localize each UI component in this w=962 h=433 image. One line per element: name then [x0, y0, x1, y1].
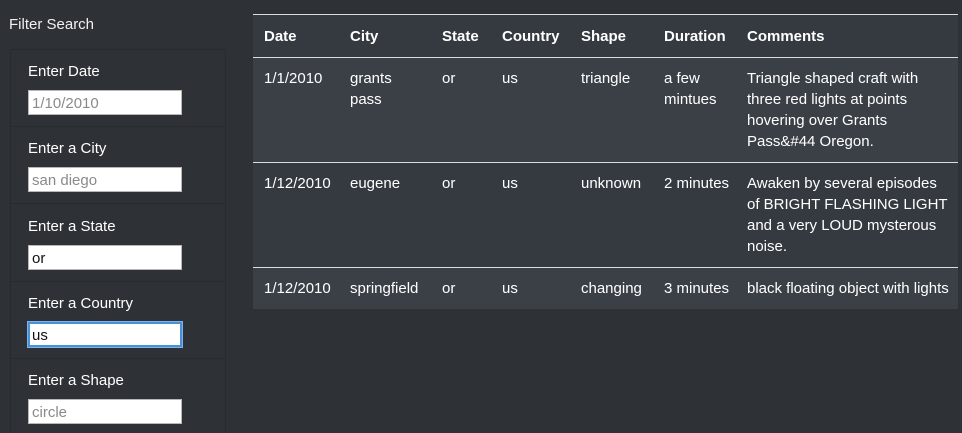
filter-date-label: Enter Date	[28, 63, 100, 80]
cell-shape: triangle	[570, 57, 653, 163]
filter-city-label: Enter a City	[28, 140, 107, 157]
table-row: 1/12/2010 eugene or us unknown 2 minutes…	[253, 162, 958, 268]
filter-state: Enter a State	[11, 205, 225, 282]
header-country: Country	[491, 14, 570, 58]
header-city: City	[339, 14, 431, 58]
state-input[interactable]	[28, 245, 182, 270]
cell-city: springfield	[339, 267, 431, 309]
filter-panel: Enter Date Enter a City Enter a State En…	[10, 49, 226, 433]
cell-state: or	[431, 57, 491, 163]
filter-date: Enter Date	[11, 50, 225, 127]
shape-input[interactable]	[28, 399, 182, 424]
cell-comments: Awaken by several episodes of BRIGHT FLA…	[736, 162, 958, 268]
sightings-table-container: Date City State Country Shape Duration C…	[253, 14, 958, 309]
table-row: 1/12/2010 springfield or us changing 3 m…	[253, 267, 958, 309]
city-input[interactable]	[28, 167, 182, 192]
cell-shape: changing	[570, 267, 653, 309]
cell-comments: Triangle shaped craft with three red lig…	[736, 57, 958, 163]
cell-country: us	[491, 162, 570, 268]
cell-date: 1/1/2010	[253, 57, 339, 163]
cell-date: 1/12/2010	[253, 162, 339, 268]
country-input[interactable]	[28, 322, 182, 347]
cell-country: us	[491, 57, 570, 163]
cell-state: or	[431, 162, 491, 268]
date-input[interactable]	[28, 90, 182, 115]
cell-date: 1/12/2010	[253, 267, 339, 309]
header-shape: Shape	[570, 14, 653, 58]
filter-search-title: Filter Search	[9, 16, 95, 33]
filter-country: Enter a Country	[11, 282, 225, 359]
filter-country-label: Enter a Country	[28, 295, 134, 312]
cell-state: or	[431, 267, 491, 309]
cell-city: eugene	[339, 162, 431, 268]
header-state: State	[431, 14, 491, 58]
filter-shape: Enter a Shape	[11, 359, 225, 433]
sightings-table: Date City State Country Shape Duration C…	[253, 14, 958, 309]
filter-shape-label: Enter a Shape	[28, 372, 124, 389]
cell-duration: 2 minutes	[653, 162, 736, 268]
filter-city: Enter a City	[11, 127, 225, 204]
header-date: Date	[253, 14, 339, 58]
cell-country: us	[491, 267, 570, 309]
header-comments: Comments	[736, 14, 958, 58]
filter-state-label: Enter a State	[28, 218, 116, 235]
header-duration: Duration	[653, 14, 736, 58]
table-row: 1/1/2010 grants pass or us triangle a fe…	[253, 57, 958, 163]
ufo-sightings-page: Filter Search Enter Date Enter a City En…	[0, 0, 962, 433]
table-header-row: Date City State Country Shape Duration C…	[253, 14, 958, 58]
cell-duration: a few mintues	[653, 57, 736, 163]
cell-city: grants pass	[339, 57, 431, 163]
cell-shape: unknown	[570, 162, 653, 268]
cell-duration: 3 minutes	[653, 267, 736, 309]
cell-comments: black floating object with lights	[736, 267, 958, 309]
